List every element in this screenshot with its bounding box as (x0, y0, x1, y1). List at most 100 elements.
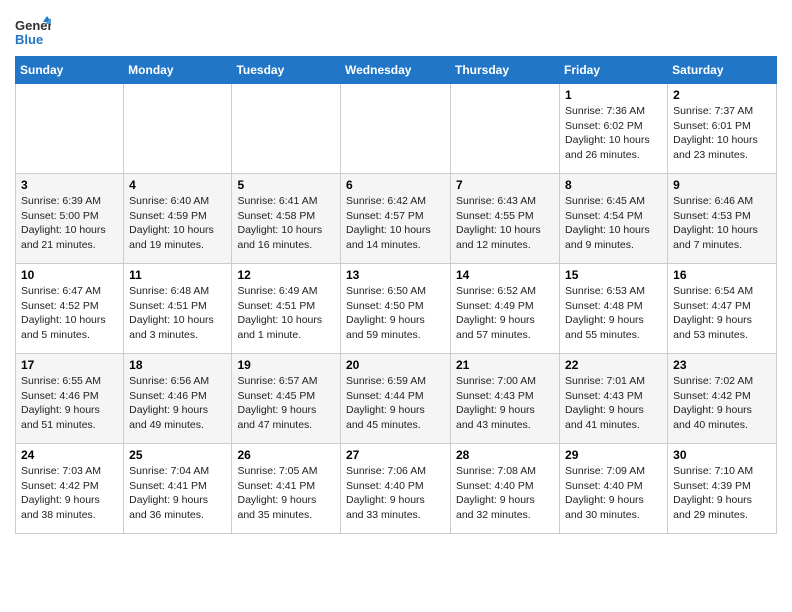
calendar-cell: 14 Sunrise: 6:52 AMSunset: 4:49 PMDayligh… (451, 264, 560, 354)
day-info: Sunrise: 7:08 AMSunset: 4:40 PMDaylight:… (456, 464, 554, 523)
header-friday: Friday (560, 57, 668, 84)
calendar-week-5: 24 Sunrise: 7:03 AMSunset: 4:42 PMDayligh… (16, 444, 777, 534)
day-info: Sunrise: 7:37 AMSunset: 6:01 PMDaylight:… (673, 104, 771, 163)
calendar-cell: 15 Sunrise: 6:53 AMSunset: 4:48 PMDayligh… (560, 264, 668, 354)
header-monday: Monday (124, 57, 232, 84)
calendar-cell: 22Sunrise: 7:01 AMSunset: 4:43 PMDayligh… (560, 354, 668, 444)
header-saturday: Saturday (668, 57, 777, 84)
calendar-cell: 12 Sunrise: 6:49 AMSunset: 4:51 PMDayligh… (232, 264, 341, 354)
logo-icon: General Blue (15, 14, 51, 50)
day-number: 18 (129, 358, 226, 372)
calendar-week-2: 3 Sunrise: 6:39 AMSunset: 5:00 PMDaylight… (16, 174, 777, 264)
calendar-cell: 24 Sunrise: 7:03 AMSunset: 4:42 PMDayligh… (16, 444, 124, 534)
calendar-cell: 20 Sunrise: 6:59 AMSunset: 4:44 PMDayligh… (341, 354, 451, 444)
day-number: 30 (673, 448, 771, 462)
day-info: Sunrise: 7:06 AMSunset: 4:40 PMDaylight:… (346, 464, 445, 523)
day-info: Sunrise: 7:01 AMSunset: 4:43 PMDaylight:… (565, 374, 662, 433)
day-info: Sunrise: 6:54 AMSunset: 4:47 PMDaylight:… (673, 284, 771, 343)
day-info: Sunrise: 6:47 AMSunset: 4:52 PMDaylight:… (21, 284, 118, 343)
logo: General Blue (15, 14, 55, 50)
day-info: Sunrise: 7:09 AMSunset: 4:40 PMDaylight:… (565, 464, 662, 523)
day-number: 5 (237, 178, 335, 192)
day-info: Sunrise: 6:50 AMSunset: 4:50 PMDaylight:… (346, 284, 445, 343)
calendar-cell (341, 84, 451, 174)
calendar-cell: 28 Sunrise: 7:08 AMSunset: 4:40 PMDayligh… (451, 444, 560, 534)
day-number: 2 (673, 88, 771, 102)
calendar-cell: 23 Sunrise: 7:02 AMSunset: 4:42 PMDayligh… (668, 354, 777, 444)
calendar-cell: 1 Sunrise: 7:36 AMSunset: 6:02 PMDaylight… (560, 84, 668, 174)
day-info: Sunrise: 6:39 AMSunset: 5:00 PMDaylight:… (21, 194, 118, 253)
day-number: 12 (237, 268, 335, 282)
calendar-cell: 27 Sunrise: 7:06 AMSunset: 4:40 PMDayligh… (341, 444, 451, 534)
calendar-cell: 16 Sunrise: 6:54 AMSunset: 4:47 PMDayligh… (668, 264, 777, 354)
day-number: 21 (456, 358, 554, 372)
day-info: Sunrise: 6:57 AMSunset: 4:45 PMDaylight:… (237, 374, 335, 433)
day-number: 3 (21, 178, 118, 192)
calendar-cell: 21Sunrise: 7:00 AMSunset: 4:43 PMDayligh… (451, 354, 560, 444)
day-info: Sunrise: 6:55 AMSunset: 4:46 PMDaylight:… (21, 374, 118, 433)
day-info: Sunrise: 6:56 AMSunset: 4:46 PMDaylight:… (129, 374, 226, 433)
day-info: Sunrise: 7:10 AMSunset: 4:39 PMDaylight:… (673, 464, 771, 523)
header-tuesday: Tuesday (232, 57, 341, 84)
calendar-cell (451, 84, 560, 174)
calendar-table: SundayMondayTuesdayWednesdayThursdayFrid… (15, 56, 777, 534)
day-number: 26 (237, 448, 335, 462)
day-number: 7 (456, 178, 554, 192)
day-number: 23 (673, 358, 771, 372)
day-info: Sunrise: 6:53 AMSunset: 4:48 PMDaylight:… (565, 284, 662, 343)
day-info: Sunrise: 7:02 AMSunset: 4:42 PMDaylight:… (673, 374, 771, 433)
calendar-cell (124, 84, 232, 174)
calendar-cell: 25Sunrise: 7:04 AMSunset: 4:41 PMDayligh… (124, 444, 232, 534)
day-info: Sunrise: 6:45 AMSunset: 4:54 PMDaylight:… (565, 194, 662, 253)
calendar-cell: 30 Sunrise: 7:10 AMSunset: 4:39 PMDayligh… (668, 444, 777, 534)
calendar-cell: 18 Sunrise: 6:56 AMSunset: 4:46 PMDayligh… (124, 354, 232, 444)
day-number: 17 (21, 358, 118, 372)
calendar-cell: 2 Sunrise: 7:37 AMSunset: 6:01 PMDaylight… (668, 84, 777, 174)
day-info: Sunrise: 6:46 AMSunset: 4:53 PMDaylight:… (673, 194, 771, 253)
day-info: Sunrise: 6:59 AMSunset: 4:44 PMDaylight:… (346, 374, 445, 433)
calendar-cell: 17 Sunrise: 6:55 AMSunset: 4:46 PMDayligh… (16, 354, 124, 444)
day-info: Sunrise: 7:03 AMSunset: 4:42 PMDaylight:… (21, 464, 118, 523)
day-number: 28 (456, 448, 554, 462)
day-info: Sunrise: 6:52 AMSunset: 4:49 PMDaylight:… (456, 284, 554, 343)
calendar-cell (16, 84, 124, 174)
day-info: Sunrise: 6:43 AMSunset: 4:55 PMDaylight:… (456, 194, 554, 253)
header-sunday: Sunday (16, 57, 124, 84)
calendar-cell: 29 Sunrise: 7:09 AMSunset: 4:40 PMDayligh… (560, 444, 668, 534)
day-info: Sunrise: 6:41 AMSunset: 4:58 PMDaylight:… (237, 194, 335, 253)
calendar-cell: 9Sunrise: 6:46 AMSunset: 4:53 PMDaylight… (668, 174, 777, 264)
calendar-cell (232, 84, 341, 174)
day-info: Sunrise: 6:49 AMSunset: 4:51 PMDaylight:… (237, 284, 335, 343)
day-info: Sunrise: 6:42 AMSunset: 4:57 PMDaylight:… (346, 194, 445, 253)
calendar-cell: 26 Sunrise: 7:05 AMSunset: 4:41 PMDayligh… (232, 444, 341, 534)
day-number: 15 (565, 268, 662, 282)
header-wednesday: Wednesday (341, 57, 451, 84)
day-info: Sunrise: 7:36 AMSunset: 6:02 PMDaylight:… (565, 104, 662, 163)
day-number: 27 (346, 448, 445, 462)
day-number: 11 (129, 268, 226, 282)
day-number: 1 (565, 88, 662, 102)
day-number: 14 (456, 268, 554, 282)
day-number: 20 (346, 358, 445, 372)
svg-text:Blue: Blue (15, 32, 43, 47)
calendar-cell: 3 Sunrise: 6:39 AMSunset: 5:00 PMDaylight… (16, 174, 124, 264)
calendar-header-row: SundayMondayTuesdayWednesdayThursdayFrid… (16, 57, 777, 84)
calendar-cell: 13 Sunrise: 6:50 AMSunset: 4:50 PMDayligh… (341, 264, 451, 354)
day-number: 16 (673, 268, 771, 282)
day-info: Sunrise: 7:05 AMSunset: 4:41 PMDaylight:… (237, 464, 335, 523)
day-number: 13 (346, 268, 445, 282)
day-number: 8 (565, 178, 662, 192)
calendar-cell: 8 Sunrise: 6:45 AMSunset: 4:54 PMDaylight… (560, 174, 668, 264)
calendar-cell: 4Sunrise: 6:40 AMSunset: 4:59 PMDaylight… (124, 174, 232, 264)
calendar-week-3: 10 Sunrise: 6:47 AMSunset: 4:52 PMDayligh… (16, 264, 777, 354)
calendar-cell: 6 Sunrise: 6:42 AMSunset: 4:57 PMDaylight… (341, 174, 451, 264)
day-number: 6 (346, 178, 445, 192)
day-number: 10 (21, 268, 118, 282)
day-number: 24 (21, 448, 118, 462)
page-header: General Blue (15, 10, 777, 50)
day-number: 29 (565, 448, 662, 462)
day-number: 19 (237, 358, 335, 372)
calendar-week-4: 17 Sunrise: 6:55 AMSunset: 4:46 PMDayligh… (16, 354, 777, 444)
header-thursday: Thursday (451, 57, 560, 84)
calendar-cell: 7 Sunrise: 6:43 AMSunset: 4:55 PMDaylight… (451, 174, 560, 264)
